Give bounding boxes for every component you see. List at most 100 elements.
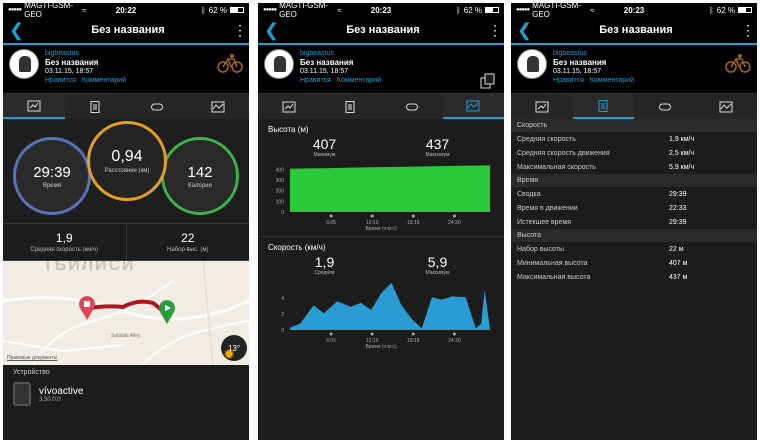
- tab-laps[interactable]: [634, 94, 696, 119]
- list-item: Средняя скорость 1,9 км/ч: [511, 132, 757, 146]
- legal-link[interactable]: Правовые документы: [7, 355, 57, 361]
- route-map[interactable]: ТБИЛИСИ Solalaki Alley Правовые документ…: [3, 261, 249, 365]
- nav-bar: ❮ Без названия ⋮: [258, 17, 504, 45]
- tab-bar: [511, 93, 757, 119]
- comment-link[interactable]: Комментарий: [82, 77, 126, 84]
- calories-label: Калории: [188, 182, 212, 189]
- tab-charts[interactable]: [188, 94, 250, 119]
- details-list: Скорость Средняя скорость 1,9 км/ч Средня…: [511, 119, 757, 284]
- tab-summary[interactable]: [258, 94, 320, 119]
- activity-datetime: 03.11.15, 18:57: [553, 68, 602, 75]
- row-value: 5,9 км/ч: [669, 163, 695, 171]
- activity-datetime: 03.11.15, 18:57: [300, 68, 349, 75]
- device-version: 3.30.0.0: [39, 396, 61, 403]
- y-tick-label: 100: [276, 199, 285, 205]
- speed-chart[interactable]: 0 2 4 6:05 12:10 18:15 24:20: [258, 276, 504, 344]
- y-tick-label: 400: [276, 167, 285, 173]
- x-tick-dot: [370, 332, 374, 336]
- x-tick-label: 24:20: [448, 220, 461, 226]
- watch-icon: [13, 382, 31, 406]
- chart-icon: [466, 100, 480, 111]
- list-item: Средняя скорость движения 2,5 км/ч: [511, 146, 757, 160]
- like-link[interactable]: Нравится: [553, 77, 584, 84]
- summary-icon: [282, 101, 296, 112]
- speed-max-value: 5,9: [427, 254, 448, 270]
- screen-charts: ●●●●● MAGTI-GSM-GEO ≈ 20:23 ᛒ 62 % ❮ Без на…: [258, 3, 504, 440]
- elev-gain-value: 22: [181, 231, 195, 245]
- elev-gain-label: Набор выс. (м): [167, 247, 209, 253]
- user-name-link[interactable]: bigbeastus: [300, 49, 387, 58]
- document-icon: [90, 100, 100, 113]
- status-bar: ●●●●● MAGTI-GSM-GEO ≈ 20:22 ᛒ 62 %: [3, 3, 249, 19]
- clock: 20:23: [370, 5, 392, 15]
- row-value: 22:33: [669, 204, 687, 212]
- elevation-chart[interactable]: 0 100 200 300 400 6:05 12:10 18:15 24:20: [258, 158, 504, 226]
- summary-circles: 29:39 Время 142 Калории 0,94 Расстояние …: [3, 119, 249, 223]
- row-value: 2,5 км/ч: [669, 149, 695, 157]
- row-value: 437 м: [669, 273, 688, 281]
- list-item: Сводка 29:39: [511, 187, 757, 201]
- comment-link[interactable]: Комментарий: [590, 77, 634, 84]
- screen-overview: ●●●●● MAGTI-GSM-GEO ≈ 20:22 ᛒ 62 % ❮ Без на…: [3, 3, 249, 440]
- back-icon[interactable]: ❮: [264, 21, 279, 39]
- battery-percent: 62 %: [208, 5, 228, 15]
- tab-details[interactable]: [320, 94, 382, 119]
- x-tick-label: 12:10: [366, 338, 379, 344]
- battery-percent: 62 %: [463, 5, 483, 15]
- divider: [258, 236, 504, 237]
- back-icon[interactable]: ❮: [517, 21, 532, 39]
- activity-header: bigbeastus Без названия 03.11.15, 18:57 …: [511, 45, 757, 93]
- tab-details[interactable]: [572, 94, 634, 119]
- avatar[interactable]: [517, 49, 547, 79]
- avatar[interactable]: [264, 49, 294, 79]
- user-name-link[interactable]: bigbeastus: [553, 49, 640, 58]
- like-link[interactable]: Нравится: [300, 77, 331, 84]
- like-link[interactable]: Нравится: [45, 77, 76, 84]
- back-icon[interactable]: ❮: [9, 21, 24, 39]
- tab-details[interactable]: [65, 94, 127, 119]
- distance-circle: 0,94 Расстояние (км): [87, 121, 167, 201]
- x-tick-label: 24:20: [448, 338, 461, 344]
- page-title: Без названия: [599, 24, 673, 36]
- tab-summary[interactable]: [3, 94, 65, 119]
- tab-laps[interactable]: [126, 94, 188, 119]
- more-icon[interactable]: ⋮: [233, 23, 247, 37]
- speed-chart-svg: 0 2 4 6:05 12:10 18:15 24:20: [281, 282, 490, 344]
- secondary-stats: 1,9 Средняя скорость (км/ч) 22 Набор выс…: [3, 223, 249, 261]
- chart-icon: [719, 101, 733, 112]
- calories-value: 142: [187, 163, 213, 181]
- x-tick-dot: [329, 332, 333, 336]
- avatar[interactable]: [9, 49, 39, 79]
- speed-x-axis-title: Время (ч:м:с): [365, 344, 397, 350]
- more-icon[interactable]: ⋮: [741, 23, 755, 37]
- group-header-time: Время: [511, 174, 757, 187]
- speed-avg-value: 1,9: [314, 254, 335, 270]
- tab-summary[interactable]: [511, 94, 573, 119]
- tab-laps[interactable]: [381, 94, 443, 119]
- clock: 20:22: [115, 5, 137, 15]
- map-street-label: Solalaki Alley: [111, 333, 141, 339]
- x-tick-dot: [411, 214, 415, 218]
- page-title: Без названия: [91, 24, 165, 36]
- tab-charts[interactable]: [442, 94, 504, 119]
- battery-icon: [485, 7, 500, 13]
- x-tick-dot: [370, 214, 374, 218]
- tab-bar: [258, 93, 504, 119]
- clock: 20:23: [623, 5, 645, 15]
- carrier-label: MAGTI-GSM-GEO: [532, 3, 582, 19]
- cycling-icon: [217, 54, 243, 73]
- elevation-chart-svg: 0 100 200 300 400 6:05 12:10 18:15 24:20: [276, 165, 490, 226]
- series-area: [290, 282, 490, 330]
- more-icon[interactable]: ⋮: [488, 23, 502, 37]
- copy-icon[interactable]: [480, 73, 496, 89]
- laps-icon: [150, 103, 163, 110]
- finish-pin-icon: [159, 300, 175, 324]
- user-name-link[interactable]: bigbeastus: [45, 49, 132, 58]
- signal-icon: ●●●●●: [8, 7, 22, 13]
- comment-link[interactable]: Комментарий: [337, 77, 381, 84]
- nav-bar: ❮ Без названия ⋮: [511, 17, 757, 45]
- x-tick-label: 18:15: [407, 338, 420, 344]
- y-tick-label: 0: [281, 210, 284, 216]
- bluetooth-icon: ᛒ: [708, 5, 714, 15]
- tab-charts[interactable]: [696, 94, 758, 119]
